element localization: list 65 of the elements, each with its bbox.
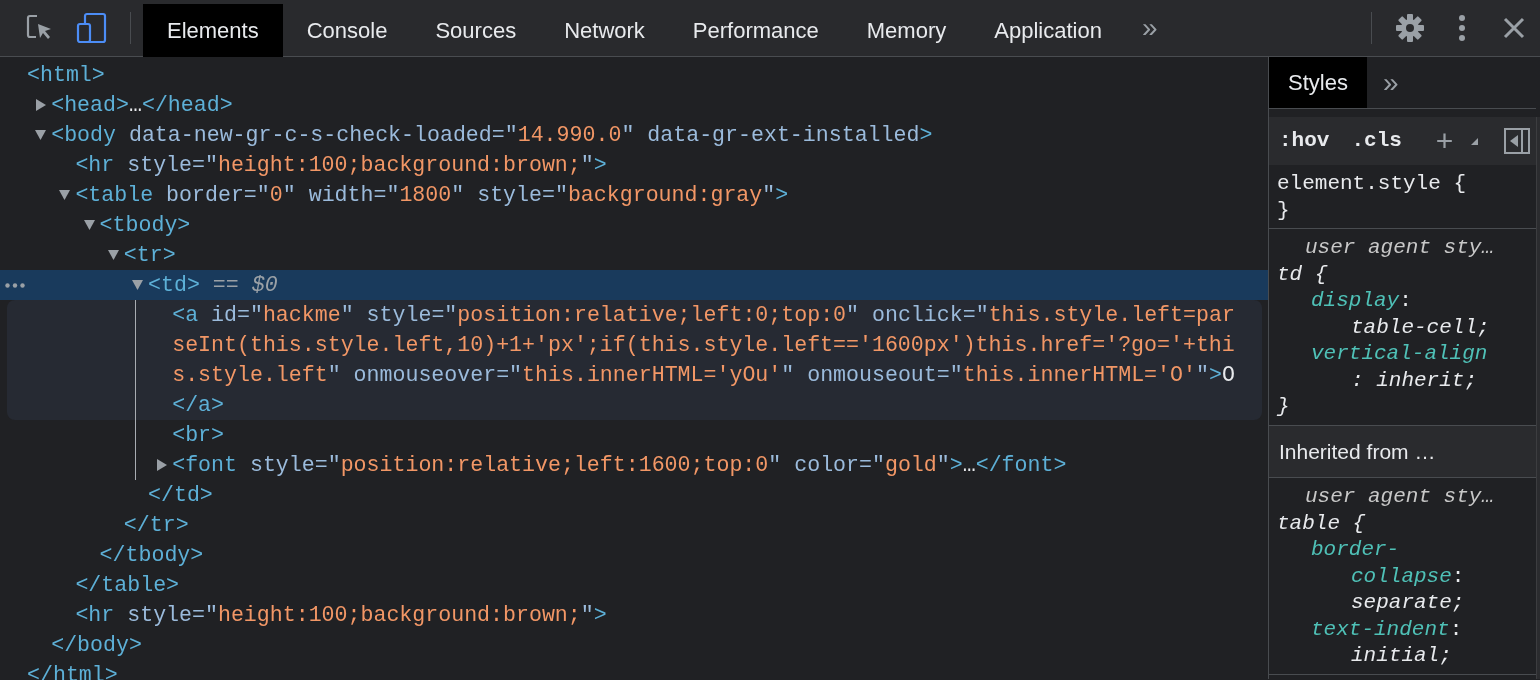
css-line: initial;: [1350, 644, 1452, 667]
more-options-icon[interactable]: [1458, 14, 1466, 42]
filter-toggle[interactable]: .cls: [1347, 125, 1406, 157]
settings-icon[interactable]: [1394, 12, 1426, 44]
code-line: <body data-new-gr-c-s-check-loaded="14.990.0" data-gr-ext-installed>: [51, 122, 933, 149]
code-line: </a>: [172, 392, 225, 419]
more-tabs-button[interactable]: »: [1366, 57, 1415, 108]
css-line: user agent sty…: [1304, 236, 1495, 259]
code-line: <font style="position:relative;left:1600;top:0" color="gold">…</font>: [172, 452, 1067, 479]
code-line: <a id="hackme" style="position:relative;left:0;top:0" onclick="this.style.left=par: [172, 302, 1235, 329]
css-line: separate;: [1350, 591, 1465, 614]
css-line: }: [1277, 395, 1290, 418]
expand-triangle-icon[interactable]: [59, 189, 71, 201]
section-header: Inherited from …: [1269, 425, 1537, 478]
code-line: </tbody>: [99, 542, 204, 569]
code-line: <br>: [172, 422, 225, 449]
code-line: <html>: [27, 62, 105, 89]
expand-triangle-icon[interactable]: [83, 219, 95, 231]
corner-triangle-icon: [1471, 137, 1479, 145]
css-line: td {: [1277, 262, 1328, 286]
panel-tab[interactable]: Sources: [411, 4, 541, 57]
panel-tab[interactable]: Network: [540, 4, 669, 57]
expand-triangle-icon[interactable]: [35, 99, 47, 111]
styles-tab[interactable]: Styles: [1269, 57, 1367, 108]
code-line: <tbody>: [99, 212, 191, 239]
code-line: <hr style="height:100;background:brown;">: [75, 152, 607, 179]
expand-triangle-icon[interactable]: [132, 279, 143, 291]
css-line: element.style {: [1277, 172, 1467, 195]
css-line: table {: [1277, 511, 1366, 535]
css-line: display:: [1310, 289, 1412, 312]
code-line: </tr>: [123, 512, 189, 539]
css-line: collapse:: [1350, 564, 1465, 588]
code-line: <hr style="height:100;background:brown;">: [75, 602, 607, 629]
css-line: vertical-align: [1310, 342, 1488, 365]
code-line: seInt(this.style.left,10)+1+'px';if(this.style.left=='1600px')this.href='?go='+thi: [172, 332, 1235, 359]
css-line: : inherit;: [1350, 368, 1478, 392]
close-icon[interactable]: [1503, 17, 1525, 39]
css-line: border-: [1310, 538, 1400, 561]
code-line: <tr>: [123, 242, 176, 269]
code-line: </td>: [148, 482, 213, 509]
selected-row[interactable]: <td> == $0: [0, 270, 1268, 300]
panel-tab[interactable]: Elements: [143, 4, 283, 57]
code-line: s.style.left" onmouseover="this.innerHTML='yOu'" onmouseout="this.innerHTML='O'">O: [172, 362, 1235, 389]
code-line: </body>: [51, 632, 142, 659]
filter-toggle[interactable]: :hov: [1275, 125, 1334, 157]
new-rule-button[interactable]: +: [1431, 126, 1458, 156]
css-line: table-cell;: [1350, 315, 1490, 339]
expand-triangle-icon[interactable]: [35, 129, 47, 141]
panel-tab[interactable]: Performance: [668, 4, 843, 57]
more-icon[interactable]: [5, 283, 25, 288]
expand-triangle-icon[interactable]: [107, 249, 119, 261]
expand-triangle-icon[interactable]: [156, 459, 168, 471]
css-line: user agent sty…: [1304, 485, 1495, 508]
panel-tab[interactable]: Application: [970, 4, 1126, 57]
code-line: <table border="0" width="1800" style="background:gray">: [75, 182, 789, 209]
sidebar-toggle-icon[interactable]: [1504, 128, 1531, 154]
code-line: </table>: [75, 572, 180, 599]
css-line: }: [1277, 198, 1290, 222]
panel-tab[interactable]: Console: [282, 4, 412, 57]
code-line: <td> == $0: [148, 272, 278, 299]
code-line: <head>…</head>: [51, 92, 233, 119]
css-line: text-indent:: [1310, 617, 1463, 641]
more-tabs-button[interactable]: »: [1125, 0, 1174, 56]
panel-tab[interactable]: Memory: [842, 4, 971, 57]
device-icon[interactable]: [76, 12, 108, 44]
